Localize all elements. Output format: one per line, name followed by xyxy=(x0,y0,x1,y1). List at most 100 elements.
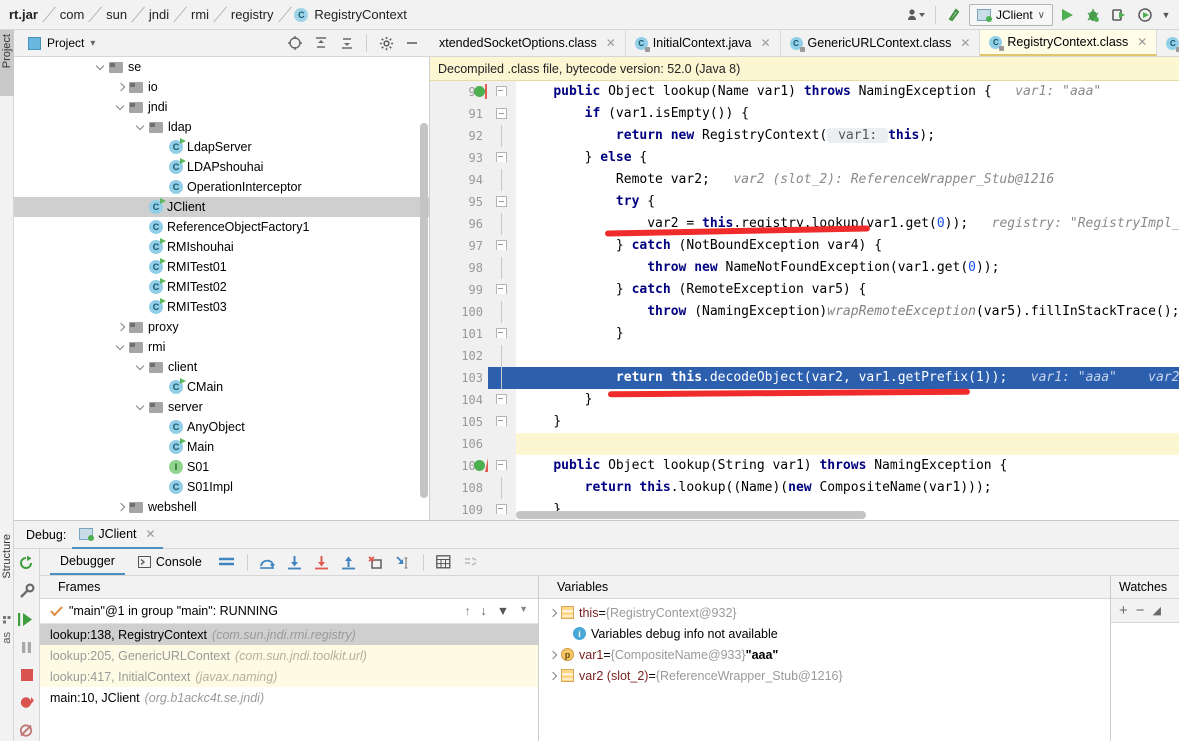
fold-toggle-icon[interactable] xyxy=(496,240,507,251)
run-configuration-selector[interactable]: JClient ∨ xyxy=(968,4,1053,26)
breadcrumb-item[interactable]: jndi xyxy=(148,7,170,22)
project-panel-title[interactable]: Project ▾ xyxy=(28,36,95,50)
fold-gutter[interactable] xyxy=(488,235,516,257)
breakpoint-icon[interactable] xyxy=(474,460,485,471)
tree-node[interactable]: client xyxy=(14,357,429,377)
fold-gutter[interactable] xyxy=(488,323,516,345)
chevron-down-icon[interactable]: ▾ xyxy=(90,38,95,49)
fold-gutter[interactable] xyxy=(488,499,516,520)
tree-node[interactable]: I S01 xyxy=(14,457,429,477)
up-arrow-icon[interactable]: ↑ xyxy=(464,604,470,618)
variable-row[interactable]: var2 (slot_2) = {ReferenceWrapper_Stub@1… xyxy=(539,665,1110,686)
settings-gear-icon[interactable] xyxy=(374,31,398,55)
breakpoint-icon[interactable] xyxy=(474,86,485,97)
fold-toggle-icon[interactable] xyxy=(496,504,507,515)
code-line[interactable]: 93 } else { xyxy=(430,147,1179,169)
chevron-down-icon[interactable] xyxy=(116,342,127,353)
tree-node[interactable]: rmi xyxy=(14,337,429,357)
step-out-icon[interactable] xyxy=(337,550,361,574)
tab-debugger[interactable]: Debugger xyxy=(50,549,125,575)
chevron-right-icon[interactable] xyxy=(547,607,559,619)
select-opened-file-icon[interactable] xyxy=(283,31,307,55)
view-breakpoints-icon[interactable] xyxy=(15,692,39,713)
breadcrumb-item[interactable]: registry xyxy=(230,7,275,22)
up-watch-icon[interactable]: ◢ xyxy=(1153,604,1161,617)
code-line[interactable]: 90 public Object lookup(Name var1) throw… xyxy=(430,81,1179,103)
fold-gutter[interactable] xyxy=(488,103,516,125)
close-icon[interactable]: ✕ xyxy=(606,36,616,50)
debug-session-tab[interactable]: JClient ✕ xyxy=(72,521,163,549)
fold-gutter[interactable] xyxy=(488,257,516,279)
frame-row[interactable]: main:10, JClient (org.b1ackc4t.se.jndi) xyxy=(40,687,538,708)
debug-icon[interactable] xyxy=(1081,3,1105,27)
stop-icon[interactable] xyxy=(15,664,39,685)
coverage-icon[interactable] xyxy=(1133,3,1157,27)
editor-tab[interactable]: C InitialContext.java ✕ xyxy=(626,30,781,56)
expand-all-icon[interactable] xyxy=(309,31,333,55)
tree-node[interactable]: C JClient xyxy=(14,197,429,217)
tree-node[interactable]: jndi xyxy=(14,97,429,117)
editor-tab[interactable]: C RegistryContext.class ✕ xyxy=(980,30,1158,56)
tree-node[interactable]: C CMain xyxy=(14,377,429,397)
tree-node[interactable]: se xyxy=(14,57,429,77)
user-switch-icon[interactable] xyxy=(904,3,928,27)
chevron-right-icon[interactable] xyxy=(547,670,559,682)
sidebar-item-structure[interactable]: Structure xyxy=(1,534,13,579)
force-step-into-icon[interactable] xyxy=(310,550,334,574)
frame-row[interactable]: lookup:138, RegistryContext (com.sun.jndi… xyxy=(40,624,538,645)
close-icon[interactable]: ✕ xyxy=(1137,35,1147,49)
chevron-down-icon[interactable]: ▼ xyxy=(519,604,528,618)
chevron-down-icon[interactable]: ▼ xyxy=(1159,3,1173,27)
code-line[interactable]: 98 throw new NameNotFoundException(var1.… xyxy=(430,257,1179,279)
attach-profiler-icon[interactable] xyxy=(1107,3,1131,27)
fold-gutter[interactable] xyxy=(488,125,516,147)
fold-toggle-icon[interactable] xyxy=(496,86,507,97)
fold-toggle-icon[interactable] xyxy=(496,196,507,207)
tree-node[interactable]: C RMITest03 xyxy=(14,297,429,317)
code-line[interactable]: 102 xyxy=(430,345,1179,367)
code-line[interactable]: 99 } catch (RemoteException var5) { xyxy=(430,279,1179,301)
code-line[interactable]: 91 if (var1.isEmpty()) { xyxy=(430,103,1179,125)
remove-watch-icon[interactable]: − xyxy=(1136,602,1145,619)
add-watch-icon[interactable]: + xyxy=(1119,602,1128,619)
fold-toggle-icon[interactable] xyxy=(496,416,507,427)
drop-frame-icon[interactable] xyxy=(364,550,388,574)
breadcrumb-item[interactable]: rmi xyxy=(190,7,210,22)
chevron-right-icon[interactable] xyxy=(116,82,127,93)
chevron-down-icon[interactable] xyxy=(96,62,107,73)
tree-node[interactable]: C RMIshouhai xyxy=(14,237,429,257)
fold-toggle-icon[interactable] xyxy=(496,328,507,339)
fold-gutter[interactable] xyxy=(488,367,516,389)
hide-panel-icon[interactable] xyxy=(400,31,424,55)
close-icon[interactable]: ✕ xyxy=(146,527,156,541)
tree-node[interactable]: C AnyObject xyxy=(14,417,429,437)
variable-row[interactable]: p var1 = {CompositeName@933} "aaa" xyxy=(539,644,1110,665)
layout-settings-icon[interactable] xyxy=(215,550,239,574)
chevron-right-icon[interactable] xyxy=(116,502,127,513)
mute-breakpoints-icon[interactable] xyxy=(459,550,483,574)
collapse-all-icon[interactable] xyxy=(335,31,359,55)
tree-node[interactable]: io xyxy=(14,77,429,97)
resume-program-icon[interactable] xyxy=(15,609,39,630)
fold-gutter[interactable] xyxy=(488,301,516,323)
chevron-down-icon[interactable] xyxy=(136,362,147,373)
fold-toggle-icon[interactable] xyxy=(496,284,507,295)
fold-gutter[interactable] xyxy=(488,147,516,169)
tree-node[interactable]: C RMITest01 xyxy=(14,257,429,277)
code-line[interactable]: 103 return this.decodeObject(var2, var1.… xyxy=(430,367,1179,389)
code-line[interactable]: 97 } catch (NotBoundException var4) { xyxy=(430,235,1179,257)
fold-gutter[interactable] xyxy=(488,433,516,455)
chevron-down-icon[interactable] xyxy=(136,122,147,133)
update-project-icon[interactable] xyxy=(943,3,967,27)
tab-console[interactable]: Console xyxy=(128,549,212,575)
tree-node[interactable]: C LdapServer xyxy=(14,137,429,157)
tree-node[interactable]: C S01Impl xyxy=(14,477,429,497)
filter-icon[interactable]: ▼ xyxy=(497,604,509,618)
editor-tab[interactable]: CRegist xyxy=(1157,30,1179,56)
sidebar-item-favorites-partial[interactable]: as xyxy=(1,632,13,644)
chevron-down-icon[interactable]: ∨ xyxy=(1038,10,1045,21)
fold-gutter[interactable] xyxy=(488,455,516,477)
code-line[interactable]: 107 public Object lookup(String var1) th… xyxy=(430,455,1179,477)
edit-configurations-icon[interactable] xyxy=(15,581,39,602)
fold-toggle-icon[interactable] xyxy=(496,152,507,163)
